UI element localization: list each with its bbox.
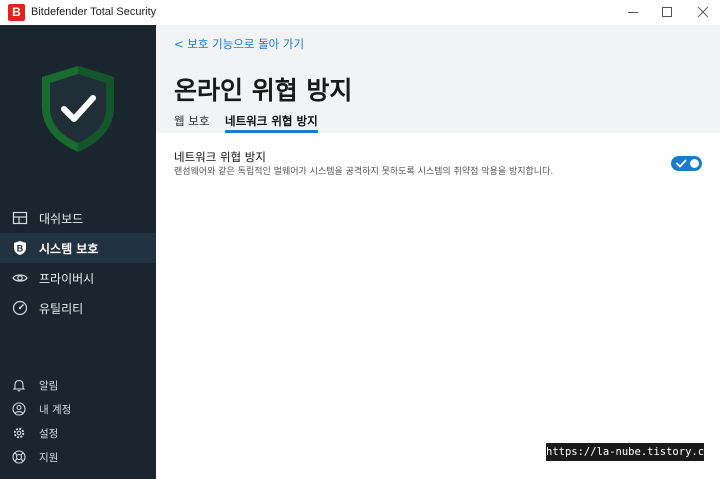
tab-label: 웹 보호 [174,114,210,128]
sidebar-item-label: 대쉬보드 [39,212,84,226]
toggle-knob [690,159,699,168]
dashboard-icon [12,211,28,225]
sidebar-item-label: 시스템 보호 [39,242,99,256]
close-icon[interactable] [686,0,720,25]
sidebar-item-notifications[interactable]: 알림 [0,374,156,396]
gear-icon [13,427,25,439]
tab-label: 네트워크 위협 방지 [225,114,318,128]
minimize-icon[interactable] [616,0,650,25]
sidebar-item-label: 내 계정 [39,404,72,416]
svg-text:B: B [17,244,24,254]
main-content: 네트워크 위협 방지 랜섬웨어와 같은 독립적인 멀웨어가 시스템을 공격하지 … [156,133,720,479]
sidebar: 대쉬보드 B 시스템 보호 프라이버시 유틸리티 알림 내 계정 설정 지원 [0,25,156,479]
tab-web-protection[interactable]: 웹 보호 [174,113,209,133]
sidebar-item-my-account[interactable]: 내 계정 [0,398,156,420]
eye-icon [12,274,28,282]
sidebar-item-dashboard[interactable]: 대쉬보드 [0,203,156,233]
tab-network-threat-prevention[interactable]: 네트워크 위협 방지 [225,113,318,133]
maximize-icon[interactable] [650,0,684,25]
bitdefender-b-icon: B [14,241,26,255]
page-title: 온라인 위협 방지 [174,76,353,105]
bell-icon [12,379,26,392]
back-link[interactable]: < 보호 기능으로 돌아 가기 [174,36,304,52]
sidebar-item-privacy[interactable]: 프라이버시 [0,263,156,293]
title-bar: B Bitdefender Total Security [0,0,720,25]
feature-description: 랜섬웨어와 같은 독립적인 멀웨어가 시스템을 공격하지 못하도록 시스템의 취… [174,167,554,177]
account-icon [12,402,26,416]
page-header: < 보호 기능으로 돌아 가기 온라인 위협 방지 웹 보호 네트워크 위협 방… [156,25,720,133]
window-title: Bitdefender Total Security [31,6,157,18]
sidebar-item-label: 설정 [39,428,59,440]
sidebar-item-settings[interactable]: 설정 [0,422,156,444]
sidebar-item-label: 지원 [39,452,59,464]
sidebar-item-label: 알림 [39,380,59,392]
check-icon [676,159,687,168]
gauge-icon [12,300,28,316]
bitdefender-logo-icon: B [8,4,25,21]
shield-check-icon [42,66,114,152]
feature-title: 네트워크 위협 방지 [174,150,266,164]
watermark: https://la-nube.tistory.com [546,443,717,461]
support-icon [12,450,26,464]
sidebar-item-support[interactable]: 지원 [0,446,156,468]
sidebar-item-label: 유틸리티 [39,302,84,316]
sidebar-item-system-protection[interactable]: B 시스템 보호 [0,233,156,263]
sidebar-item-utilities[interactable]: 유틸리티 [0,293,156,323]
network-threat-toggle[interactable] [671,156,702,171]
sidebar-item-label: 프라이버시 [39,272,95,286]
